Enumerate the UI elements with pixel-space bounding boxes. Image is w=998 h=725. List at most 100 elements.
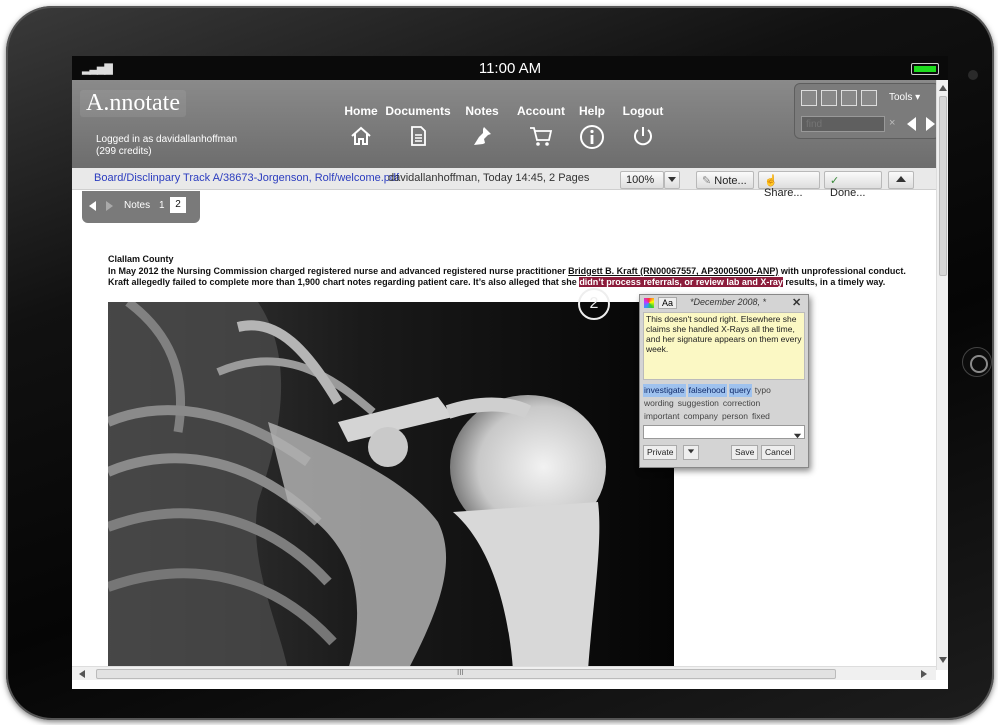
chevron-down-icon	[687, 449, 695, 454]
share-button[interactable]: ☝ Share...	[758, 171, 820, 199]
tag-correction[interactable]: correction	[722, 397, 761, 410]
document-heading: Clallam County	[108, 254, 174, 264]
pushpin-icon: ✎	[702, 175, 712, 187]
view-single-button[interactable]	[801, 90, 817, 106]
tag-list: investigate falsehood query typo wording sug…	[643, 384, 805, 423]
previous-note-icon[interactable]	[88, 200, 98, 212]
logged-in-user: Logged in as davidallanhoffman	[96, 134, 238, 145]
nav-help[interactable]: Help	[572, 104, 612, 150]
font-button[interactable]: Aa	[658, 297, 678, 309]
scroll-left-icon[interactable]	[78, 670, 86, 678]
battery-icon	[911, 63, 939, 75]
nav-account[interactable]: Account	[512, 104, 570, 148]
zoom-dropdown-button[interactable]	[664, 171, 680, 189]
tablet-home-button[interactable]	[962, 347, 992, 377]
note-popup: Aa *December 2008, * ✕ This doesn't soun…	[639, 294, 809, 468]
nav-documents[interactable]: Documents	[385, 104, 451, 148]
scroll-grip: III	[457, 668, 464, 677]
vertical-scroll-thumb[interactable]	[939, 96, 947, 276]
close-icon[interactable]: ✕	[792, 296, 801, 309]
home-icon	[351, 126, 371, 145]
highlighted-annotation[interactable]: didn’t process referrals, or review lab …	[579, 277, 783, 287]
note-date: *December 2008, *	[690, 297, 767, 307]
nav-documents-label: Documents	[385, 104, 451, 118]
pushpin-icon	[474, 127, 491, 145]
chevron-up-icon	[896, 176, 906, 182]
document-toolbar: Board/Disclinpary Track A/38673-Jorgenso…	[72, 168, 936, 199]
horizontal-scroll-thumb[interactable]: III	[96, 668, 836, 679]
xray-shoulder-picture	[108, 302, 674, 670]
checkmark-icon: ✓	[830, 175, 840, 187]
color-picker-icon[interactable]	[644, 298, 654, 308]
note-textarea[interactable]: This doesn't sound right. Elsewhere she …	[643, 312, 805, 380]
tag-company[interactable]: company	[682, 410, 719, 423]
screen: ▂▃▅▇ 11:00 AM A.nnotate Logged in as dav…	[72, 56, 948, 689]
battery-level	[914, 66, 936, 72]
chevron-down-icon[interactable]	[793, 427, 802, 445]
nurse-name: Bridgett B. Kraft (RN00067557, AP3000500…	[568, 266, 779, 276]
tag-input[interactable]	[643, 425, 805, 439]
collapse-button[interactable]	[888, 171, 914, 189]
tag-query[interactable]: query	[728, 384, 752, 397]
tag-falsehood[interactable]: falsehood	[687, 384, 727, 397]
tag-investigate[interactable]: investigate	[643, 384, 686, 397]
note-popup-footer: Private Save Cancel	[643, 445, 807, 461]
view-bottom-button[interactable]	[861, 90, 877, 106]
nav-help-label: Help	[578, 104, 605, 118]
note-button-label: Note...	[714, 175, 747, 187]
note-marker[interactable]: 2	[578, 288, 610, 320]
body-text-end: results, in a timely way.	[782, 277, 886, 287]
zoom-value: 100%	[626, 174, 655, 186]
tools-menu[interactable]: Tools ▾	[889, 92, 920, 103]
share-icon: ☝	[764, 175, 778, 187]
tag-suggestion[interactable]: suggestion	[677, 397, 720, 410]
notes-page-1[interactable]: 1	[159, 200, 165, 211]
tag-fixed[interactable]: fixed	[751, 410, 771, 423]
cancel-button[interactable]: Cancel	[761, 445, 796, 460]
clear-find-button[interactable]: ×	[889, 117, 895, 129]
nav-notes[interactable]: Notes	[462, 104, 502, 148]
find-input[interactable]	[801, 116, 885, 132]
chevron-down-icon	[668, 177, 676, 182]
document-info: davidallanhoffman, Today 14:45, 2 Pages	[388, 172, 590, 184]
next-note-icon[interactable]	[104, 200, 114, 212]
document-body: In May 2012 the Nursing Commission charg…	[108, 266, 918, 288]
save-button[interactable]: Save	[731, 445, 759, 460]
tag-person[interactable]: person	[721, 410, 749, 423]
notes-page-2[interactable]: 2	[170, 197, 186, 213]
visibility-select[interactable]: Private	[643, 445, 678, 460]
visibility-dropdown-button[interactable]	[683, 445, 699, 460]
credits-count: (299 credits)	[96, 146, 152, 157]
breadcrumb[interactable]: Board/Disclinpary Track A/38673-Jorgenso…	[94, 172, 399, 184]
horizontal-scrollbar[interactable]: III	[72, 666, 936, 680]
tablet-frame: ▂▃▅▇ 11:00 AM A.nnotate Logged in as dav…	[6, 6, 994, 720]
nav-account-label: Account	[517, 104, 565, 118]
tag-typo[interactable]: typo	[754, 384, 772, 397]
body-text-start: In May 2012 the Nursing Commission charg…	[108, 266, 569, 276]
nav-logout-label: Logout	[622, 104, 664, 118]
next-result-icon[interactable]	[923, 116, 937, 132]
scroll-right-icon[interactable]	[920, 670, 928, 678]
power-icon	[634, 127, 652, 146]
nav-logout[interactable]: Logout	[620, 104, 666, 148]
previous-result-icon[interactable]	[905, 116, 919, 132]
notes-label: Notes	[124, 200, 151, 211]
scroll-down-icon[interactable]	[939, 656, 947, 664]
vertical-scrollbar[interactable]	[936, 80, 948, 670]
scroll-up-icon[interactable]	[939, 84, 947, 92]
tools-panel: Tools ▾ ×	[794, 83, 940, 139]
notes-panel: Notes 1 2	[82, 191, 200, 223]
nav-home[interactable]: Home	[338, 104, 384, 148]
done-button[interactable]: ✓ Done...	[824, 171, 882, 199]
view-outline-button[interactable]	[821, 90, 837, 106]
note-popup-header: Aa *December 2008, * ✕	[642, 297, 806, 311]
app-logo[interactable]: A.nnotate	[80, 90, 186, 117]
shopping-cart-icon	[530, 127, 553, 146]
login-info: Logged in as davidallanhoffman (299 cred…	[96, 134, 237, 158]
tag-wording[interactable]: wording	[643, 397, 675, 410]
view-side-button[interactable]	[841, 90, 857, 106]
zoom-select[interactable]: 100%	[620, 171, 664, 189]
tag-important[interactable]: important	[643, 410, 680, 423]
app-header: A.nnotate Logged in as davidallanhoffman…	[72, 80, 948, 168]
add-note-button[interactable]: ✎ Note...	[696, 171, 754, 189]
